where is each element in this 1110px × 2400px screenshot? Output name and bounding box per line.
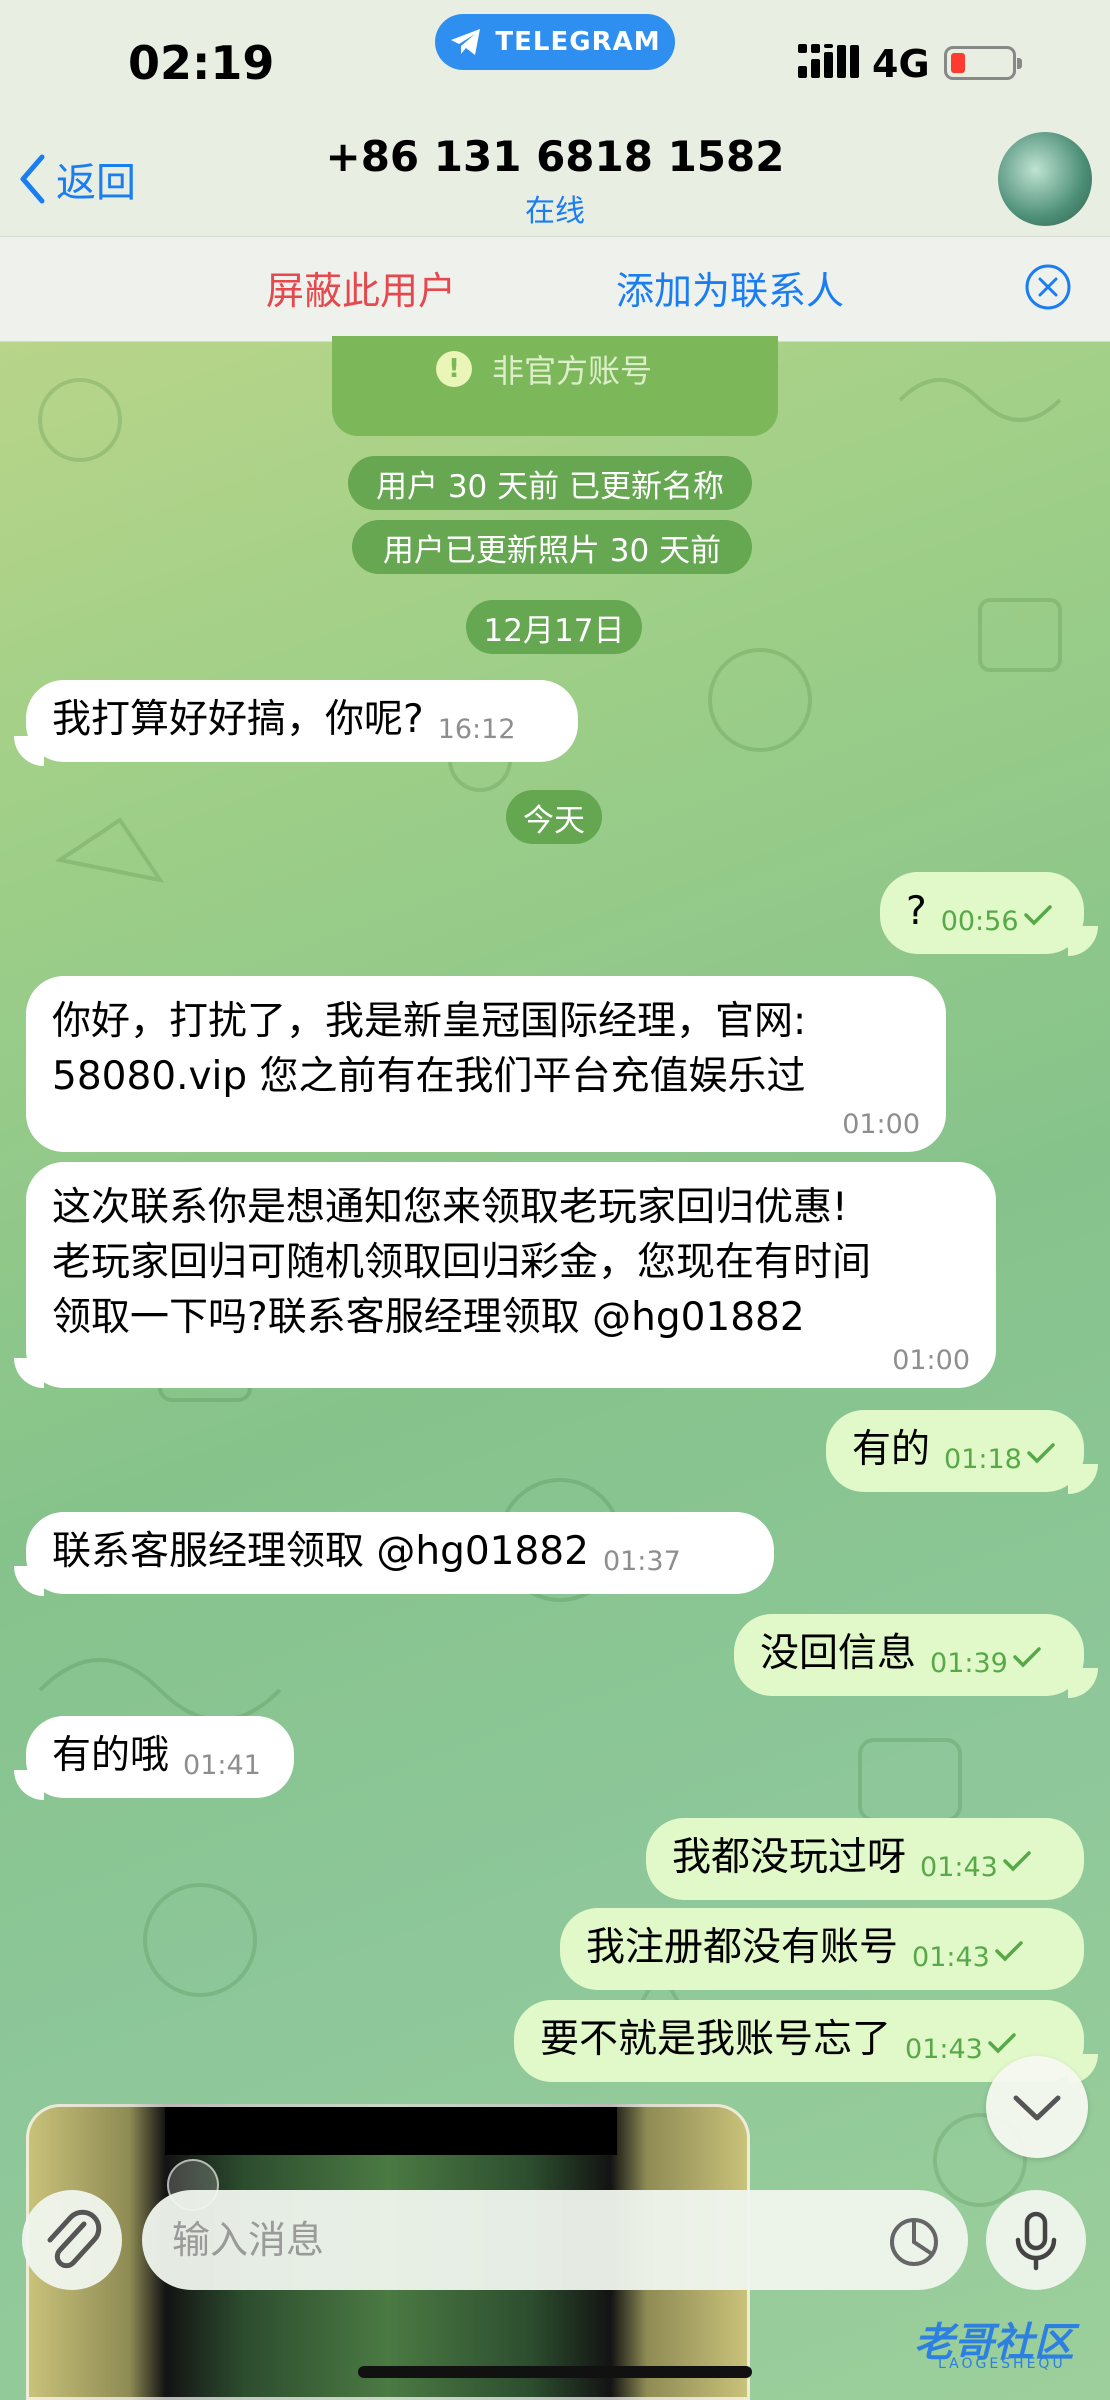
message-time: 01:00 (842, 1109, 920, 1140)
bubble-tail (1068, 1668, 1098, 1698)
avatar[interactable] (998, 132, 1092, 226)
message-time: 01:18 (944, 1444, 1022, 1475)
block-user-button[interactable]: 屏蔽此用户 (266, 260, 456, 315)
paperclip-icon (47, 2209, 102, 2269)
bubble-tail (14, 1770, 44, 1800)
bubble-tail (14, 1566, 44, 1596)
scroll-down-button[interactable] (986, 2056, 1088, 2158)
message-time: 01:43 (905, 2034, 983, 2065)
message-time: 01:43 (912, 1942, 990, 1973)
unofficial-label: 非官方账号 (492, 352, 653, 390)
service-message-name: 用户 30 天前 已更新名称 (348, 456, 752, 510)
contact-status: 在线 (525, 194, 585, 229)
check-icon (1013, 1647, 1041, 1668)
message-incoming[interactable]: 联系客服经理领取 @hg01882 01:37 (26, 1512, 774, 1594)
message-text: 我都没玩过呀 (672, 1835, 907, 1880)
message-text: 我打算好好搞，你呢? (52, 697, 424, 742)
warning-icon: ! (436, 351, 472, 387)
message-text: 没回信息 (760, 1631, 917, 1676)
status-time: 02:19 (128, 36, 275, 90)
bubble-tail (1068, 1464, 1098, 1494)
message-incoming[interactable]: 这次联系你是想通知您来领取老玩家回归优惠! 老玩家回归可随机领取回归彩金，您现在… (26, 1162, 996, 1388)
telegram-pill[interactable]: TELEGRAM (435, 14, 675, 70)
message-text-line: 领取一下吗?联系客服经理领取 @hg01882 (52, 1295, 805, 1340)
check-icon (995, 1941, 1023, 1962)
message-outgoing[interactable]: 我注册都没有账号 01:43 (560, 1908, 1084, 1990)
message-text: 我注册都没有账号 (586, 1925, 899, 1970)
check-icon (1023, 905, 1052, 926)
network-type: 4G (872, 42, 930, 86)
message-outgoing[interactable]: 我都没玩过呀 01:43 (646, 1818, 1084, 1900)
message-time: 01:43 (920, 1852, 998, 1883)
message-text-line: 老玩家回归可随机领取回归彩金，您现在有时间 (52, 1240, 872, 1285)
bubble-tail (1068, 926, 1098, 956)
microphone-icon (1015, 2211, 1057, 2271)
telegram-pill-label: TELEGRAM (495, 27, 661, 57)
telegram-icon (451, 29, 481, 55)
message-text: 有的 (852, 1427, 931, 1472)
check-icon (1027, 1443, 1055, 1464)
message-outgoing[interactable]: ? 00:56 (880, 872, 1084, 954)
message-time: 01:00 (892, 1345, 970, 1376)
message-outgoing[interactable]: 有的 01:18 (826, 1410, 1084, 1492)
message-incoming[interactable]: 你好，打扰了，我是新皇冠国际经理，官网: 58080.vip 您之前有在我们平台… (26, 976, 946, 1152)
message-time: 16:12 (437, 714, 516, 745)
message-time: 01:41 (183, 1750, 261, 1781)
watermark-logo: 老哥社区 LAOGESHEQU (866, 2302, 1102, 2382)
message-incoming[interactable]: 我打算好好搞，你呢? 16:12 (26, 680, 578, 762)
message-text: 要不就是我账号忘了 (540, 2017, 892, 2062)
message-text-line: 你好，打扰了，我是新皇冠国际经理，官网: (52, 999, 807, 1044)
message-text-line: 58080.vip 您之前有在我们平台充值娱乐过 (52, 1054, 806, 1099)
message-text-line: 这次联系你是想通知您来领取老玩家回归优惠! (52, 1185, 848, 1230)
message-time: 01:37 (602, 1546, 681, 1577)
message-text: 联系客服经理领取 @hg01882 (52, 1529, 589, 1574)
sticker-icon[interactable] (888, 2216, 940, 2268)
message-outgoing[interactable]: 没回信息 01:39 (734, 1614, 1084, 1696)
contact-name[interactable]: +86 131 6818 1582 (0, 132, 1110, 181)
check-icon (988, 2033, 1016, 2054)
mic-button[interactable] (986, 2190, 1086, 2290)
contact-action-bar (0, 236, 1110, 342)
message-time: 01:39 (930, 1648, 1008, 1679)
date-separator: 12月17日 (466, 600, 642, 654)
check-icon (1003, 1851, 1031, 1872)
close-icon[interactable] (1024, 263, 1072, 311)
chevron-down-icon (1013, 2095, 1061, 2121)
message-time: 00:56 (940, 906, 1019, 937)
preview-topbar (165, 2107, 617, 2155)
add-contact-button[interactable]: 添加为联系人 (616, 260, 844, 315)
message-incoming[interactable]: 有的哦 01:41 (26, 1716, 294, 1798)
unofficial-notice: ! 非官方账号 (436, 346, 652, 392)
home-indicator (358, 2366, 752, 2378)
attach-button[interactable] (22, 2190, 122, 2290)
message-text: ? (906, 889, 927, 934)
message-input[interactable] (142, 2190, 968, 2290)
battery-icon (944, 46, 1022, 80)
signal-icon (798, 44, 859, 78)
bubble-tail (14, 736, 44, 766)
service-message-photo: 用户已更新照片 30 天前 (352, 520, 752, 574)
message-text: 有的哦 (52, 1733, 170, 1778)
date-separator-today: 今天 (506, 790, 602, 844)
bubble-tail (14, 1358, 44, 1388)
watermark-subtext: LAOGESHEQU (938, 2356, 1066, 2372)
